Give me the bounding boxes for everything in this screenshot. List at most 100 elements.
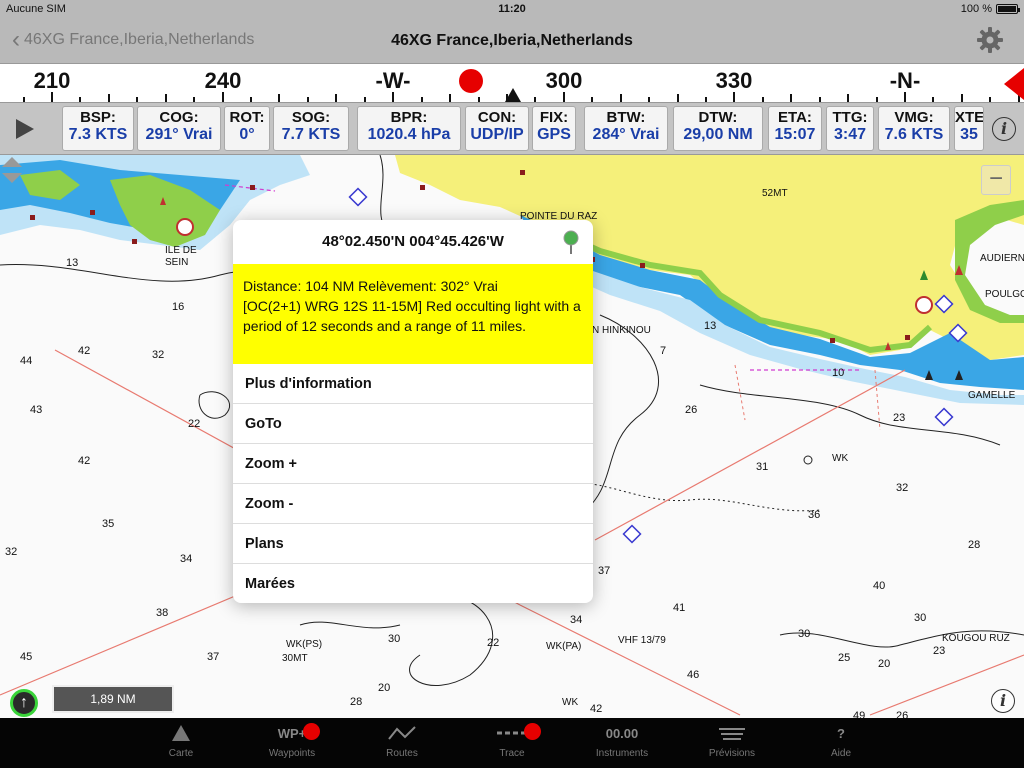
compass-tick <box>335 94 338 102</box>
tab-track[interactable]: Trace <box>462 718 562 768</box>
place-label: GAMELLE <box>968 390 1016 401</box>
compass-tick <box>306 97 309 102</box>
tab-forecasts[interactable]: Prévisions <box>682 718 782 768</box>
depth-sounding: 20 <box>878 658 891 670</box>
menu-goto[interactable]: GoTo <box>233 404 593 444</box>
instrument-cog[interactable]: COG: 291° Vrai <box>137 106 221 151</box>
instrument-fix[interactable]: FIX: GPS <box>532 106 576 151</box>
compass-tick <box>107 94 110 102</box>
depth-sounding: 34 <box>180 553 193 565</box>
tab-chart[interactable]: Carte <box>131 718 231 768</box>
instrument-key: ETA: <box>778 109 812 126</box>
depth-sounding: 32 <box>152 349 165 361</box>
pan-arrows-icon[interactable] <box>0 155 24 185</box>
compass-tick <box>22 97 25 102</box>
compass-tick <box>960 94 963 102</box>
instrument-sog[interactable]: SOG: 7.7 KTS <box>273 106 349 151</box>
compass-tick <box>818 97 821 102</box>
instruments-icon: 00.00 <box>605 725 639 741</box>
status-bar: Aucune SIM 11:20 100 % <box>0 2 1024 18</box>
instrument-rot[interactable]: ROT: 0° <box>224 106 270 151</box>
depth-sounding: 16 <box>172 301 185 313</box>
menu-zoom-in[interactable]: Zoom + <box>233 444 593 484</box>
play-icon[interactable] <box>16 119 34 139</box>
compass-tick <box>847 94 850 102</box>
wind-marker <box>1004 68 1024 100</box>
depth-sounding: 30 <box>388 633 401 645</box>
menu-zoom-out[interactable]: Zoom - <box>233 484 593 524</box>
compass-tick <box>278 94 281 102</box>
tab-label: Carte <box>168 748 194 759</box>
instrument-bsp[interactable]: BSP: 7.3 KTS <box>62 106 134 151</box>
place-label: KOUGOU RUZ <box>942 633 1010 644</box>
instrument-value: UDP/IP <box>470 126 524 143</box>
place-label: WK(PA) <box>546 641 582 652</box>
compass-tick <box>363 97 366 102</box>
instrument-btw[interactable]: BTW: 284° Vrai <box>584 106 668 151</box>
track-badge <box>524 723 541 740</box>
instrument-ttg[interactable]: TTG: 3:47 <box>826 106 874 151</box>
depth-sounding: 35 <box>102 518 115 530</box>
instrument-value: 3:47 <box>833 126 867 143</box>
depth-sounding: 43 <box>30 404 43 416</box>
depth-sounding: 42 <box>78 345 91 357</box>
depth-sounding: 28 <box>350 696 363 708</box>
tab-help[interactable]: ? Aide <box>791 718 891 768</box>
place-label: VHF 13/79 <box>618 635 666 646</box>
compass-tick <box>449 94 452 102</box>
compass-tick <box>420 97 423 102</box>
top-bar: Aucune SIM 11:20 100 % ‹ 46XG France,Ibe… <box>0 0 1024 63</box>
compass-tick <box>591 97 594 102</box>
compass-tick <box>477 97 480 102</box>
depth-sounding: 36 <box>808 509 821 521</box>
instrument-value: 1020.4 hPa <box>367 126 451 143</box>
place-label: WK <box>562 697 579 708</box>
compass-ribbon[interactable]: 210 240 -W- 300 330 -N- <box>0 63 1024 103</box>
place-label: AUDIERN <box>980 253 1024 264</box>
place-label: 52MT <box>762 188 788 199</box>
depth-sounding: 28 <box>968 539 981 551</box>
gear-icon[interactable] <box>976 26 1004 54</box>
instrument-xte[interactable]: XTE 35 <box>954 106 984 151</box>
compass-label: -N- <box>889 68 921 93</box>
tab-label: Trace <box>499 748 525 759</box>
depth-sounding: 46 <box>687 669 700 681</box>
info-icon[interactable]: i <box>991 689 1015 713</box>
instrument-eta[interactable]: ETA: 15:07 <box>768 106 822 151</box>
instrument-value: 284° Vrai <box>592 126 660 143</box>
scale-bar: 1,89 NM <box>52 685 174 713</box>
info-icon[interactable]: i <box>992 117 1016 141</box>
depth-sounding: 42 <box>590 703 603 715</box>
location-pin-icon <box>563 230 579 254</box>
menu-tides[interactable]: Marées <box>233 564 593 603</box>
depth-sounding: 26 <box>896 710 909 718</box>
instrument-con[interactable]: CON: UDP/IP <box>465 106 529 151</box>
menu-more-info[interactable]: Plus d'information <box>233 364 593 404</box>
route-icon <box>388 726 416 740</box>
menu-charts[interactable]: Plans <box>233 524 593 564</box>
distance-bearing: Distance: 104 NM Relèvement: 302° Vrai <box>243 278 498 294</box>
compass-label: 300 <box>545 68 583 93</box>
depth-sounding: 45 <box>20 651 33 663</box>
compass-label: 240 <box>204 68 242 93</box>
north-up-icon[interactable]: ↑ <box>10 689 38 717</box>
light-description: [OC(2+1) WRG 12S 11-15M] Red occulting l… <box>243 298 581 334</box>
tab-instruments[interactable]: 00.00 Instruments <box>572 718 672 768</box>
depth-sounding: 34 <box>570 614 583 626</box>
instrument-value: GPS <box>537 126 571 143</box>
depth-sounding: 30 <box>798 628 811 640</box>
depth-sounding: 30 <box>914 612 927 624</box>
tab-waypoints[interactable]: WP+ Waypoints <box>242 718 342 768</box>
depth-sounding: 13 <box>704 320 717 332</box>
instrument-dtw[interactable]: DTW: 29,00 NM <box>673 106 763 151</box>
compass-tick <box>250 97 253 102</box>
instrument-key: CON: <box>477 109 517 126</box>
depth-sounding: 23 <box>933 645 946 657</box>
instrument-bpr[interactable]: BPR: 1020.4 hPa <box>357 106 461 151</box>
zoom-out-button[interactable]: − <box>981 165 1011 195</box>
tab-routes[interactable]: Routes <box>352 718 452 768</box>
page-title: 46XG France,Iberia,Netherlands <box>391 32 633 49</box>
instrument-vmg[interactable]: VMG: 7.6 KTS <box>878 106 950 151</box>
place-label: WK(PS) <box>286 639 323 650</box>
instrument-key: ROT: <box>229 109 265 126</box>
